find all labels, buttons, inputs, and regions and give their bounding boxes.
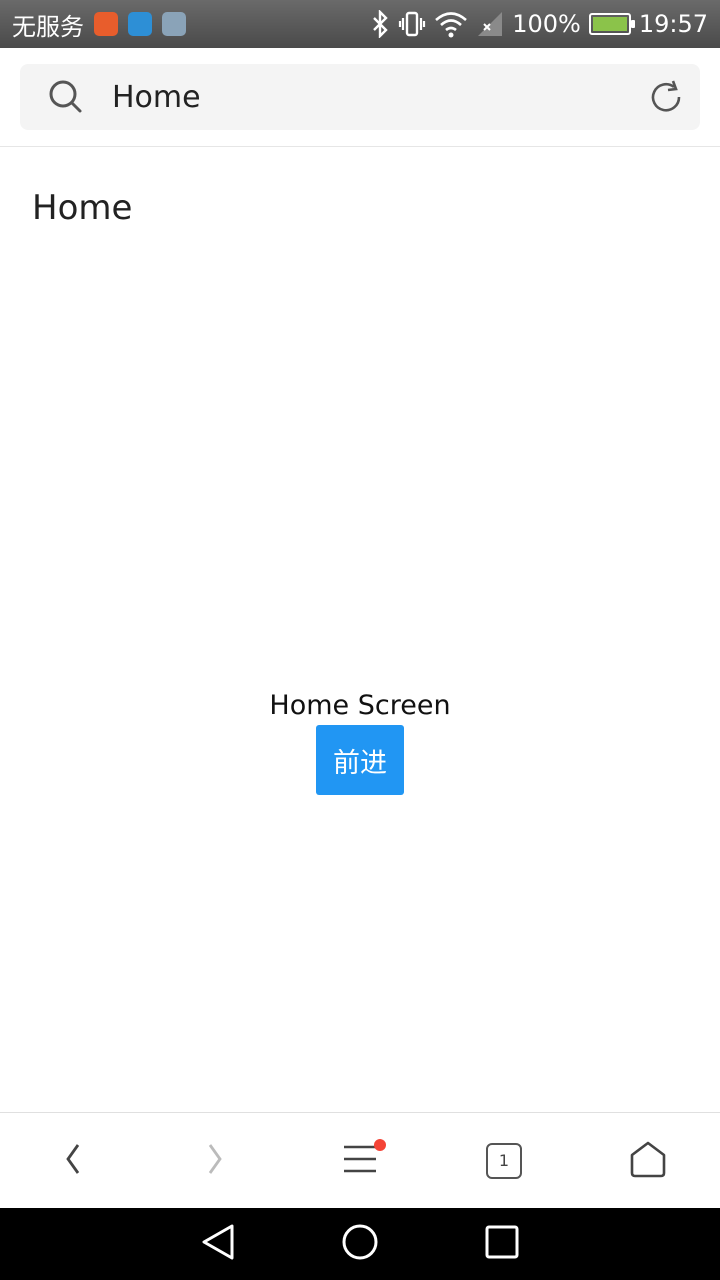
battery-icon [588,13,635,35]
wifi-icon [434,10,468,38]
clock: 19:57 [638,10,708,38]
carrier-label: 无服务 [12,12,84,41]
notification-dot [374,1138,386,1151]
nav-recents-icon[interactable] [484,1224,520,1264]
home-button[interactable] [612,1125,684,1197]
vibrate-icon [398,10,426,38]
tab-count: 1 [486,1142,522,1179]
usb-icon [128,12,152,36]
refresh-icon[interactable] [646,77,686,117]
signal-icon [476,10,504,38]
forward-button[interactable]: 前进 [316,725,404,795]
address-bar-text[interactable]: Home [112,80,646,115]
battery-percent: 100% [512,10,581,38]
menu-button[interactable] [324,1125,396,1197]
nav-back-icon[interactable] [200,1222,236,1266]
status-left: 无服务 [12,7,186,42]
home-screen-label: Home Screen [269,690,451,721]
chevron-left-icon [60,1139,84,1183]
address-bar-container: Home [0,48,720,147]
status-bar: 无服务 100% 19:57 [0,0,720,48]
forward-nav-button[interactable] [180,1125,252,1197]
home-icon [628,1139,668,1183]
status-right: 100% 19:57 [370,10,708,38]
back-button[interactable] [36,1125,108,1197]
bluetooth-icon [370,10,390,38]
tabs-button[interactable]: 1 [468,1125,540,1197]
page-title: Home [32,188,133,228]
address-bar[interactable]: Home [20,64,700,130]
system-nav-bar [0,1208,720,1280]
chevron-right-icon [204,1139,228,1183]
browser-toolbar: 1 [0,1112,720,1208]
search-icon[interactable] [46,77,86,117]
gallery-icon [162,12,186,36]
menu-icon [342,1141,378,1181]
nav-home-icon[interactable] [340,1222,380,1266]
uc-browser-app-icon [94,12,118,36]
